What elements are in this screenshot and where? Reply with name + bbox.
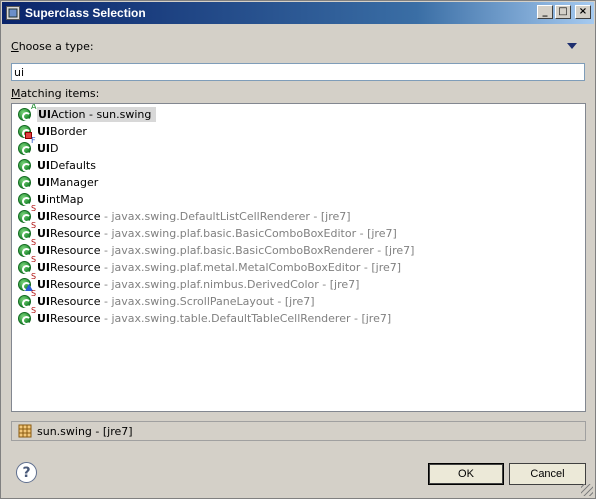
item-label: UIBorder bbox=[37, 125, 87, 138]
item-label: UIResource - javax.swing.plaf.basic.Basi… bbox=[37, 244, 414, 257]
item-match: UI bbox=[37, 209, 51, 223]
resize-grip[interactable] bbox=[581, 484, 593, 496]
list-item[interactable]: UintMap bbox=[16, 191, 84, 207]
maximize-button[interactable]: □ bbox=[555, 5, 571, 19]
modifier-badge: S bbox=[31, 272, 37, 281]
item-label: UIResource - javax.swing.ScrollPaneLayou… bbox=[37, 295, 315, 308]
window-controls: _ □ × bbox=[537, 5, 591, 19]
modifier-badge: S bbox=[31, 204, 37, 213]
item-qualifier: - javax.swing.plaf.metal.MetalComboBoxEd… bbox=[100, 260, 402, 274]
list-item[interactable]: UIDefaults bbox=[16, 157, 96, 173]
modifier-badge: S bbox=[31, 255, 37, 264]
modifier-badge: S bbox=[31, 306, 37, 315]
cancel-button[interactable]: Cancel bbox=[509, 463, 586, 485]
item-name-rest: Defaults bbox=[50, 158, 96, 172]
window-icon bbox=[6, 6, 20, 20]
item-name-rest: Resource bbox=[50, 277, 101, 291]
list-item[interactable]: S UIResource - javax.swing.plaf.basic.Bas… bbox=[16, 238, 414, 258]
matching-items-list[interactable]: A UIAction - sun.swing UIBorder F UID UIDefau… bbox=[11, 103, 586, 412]
item-match: UI bbox=[37, 141, 51, 155]
list-item[interactable]: S UIResource - javax.swing.plaf.metal.Met… bbox=[16, 255, 401, 275]
item-name-rest: Resource bbox=[50, 294, 101, 308]
item-qualifier: - sun.swing bbox=[85, 107, 152, 121]
item-qualifier: - javax.swing.plaf.basic.BasicComboBoxRe… bbox=[100, 243, 415, 257]
choose-type-label: Choose a type: bbox=[11, 40, 94, 53]
dialog-window: Superclass Selection _ □ × Choose a type… bbox=[0, 0, 596, 499]
modifier-badge: S bbox=[31, 221, 37, 230]
modifier-badge: S bbox=[31, 238, 37, 247]
item-name-rest: Resource bbox=[50, 243, 101, 257]
class-icon: A bbox=[16, 103, 37, 122]
item-match: UI bbox=[37, 175, 51, 189]
modifier-badge: A bbox=[31, 103, 37, 111]
item-label: UIResource - javax.swing.plaf.basic.Basi… bbox=[37, 227, 397, 240]
matching-items-label: Matching items: bbox=[11, 87, 100, 100]
item-name-rest: Action bbox=[51, 107, 86, 121]
item-match: UI bbox=[37, 277, 51, 291]
item-qualifier: - javax.swing.DefaultListCellRenderer - … bbox=[100, 209, 351, 223]
item-name-rest: intMap bbox=[45, 192, 84, 206]
list-item[interactable]: UIBorder bbox=[16, 123, 87, 139]
item-label: UIResource - javax.swing.table.DefaultTa… bbox=[37, 312, 391, 325]
minimize-button[interactable]: _ bbox=[537, 5, 553, 19]
close-button[interactable]: × bbox=[575, 5, 591, 19]
item-match: UI bbox=[37, 260, 51, 274]
item-qualifier: - javax.swing.plaf.nimbus.DerivedColor -… bbox=[100, 277, 360, 291]
class-icon bbox=[16, 157, 36, 173]
list-item[interactable]: S UIResource - javax.swing.table.DefaultT… bbox=[16, 306, 391, 326]
item-qualifier: - javax.swing.plaf.basic.BasicComboBoxEd… bbox=[100, 226, 397, 240]
modifier-badge: F bbox=[31, 136, 36, 145]
item-label: UIResource - javax.swing.DefaultListCell… bbox=[37, 210, 351, 223]
view-menu-chevron-icon[interactable] bbox=[567, 43, 577, 49]
item-match: UI bbox=[38, 107, 52, 121]
item-label: UintMap bbox=[37, 193, 84, 206]
item-name-rest: Resource bbox=[50, 226, 101, 240]
ok-button[interactable]: OK bbox=[428, 463, 504, 485]
class-icon bbox=[16, 174, 36, 190]
item-qualifier: - javax.swing.ScrollPaneLayout - [jre7] bbox=[100, 294, 315, 308]
list-item[interactable]: S UIResource - javax.swing.plaf.basic.Bas… bbox=[16, 221, 397, 241]
title-bar[interactable]: Superclass Selection _ □ × bbox=[2, 2, 594, 24]
type-filter-input[interactable] bbox=[11, 63, 585, 81]
item-label: UIManager bbox=[37, 176, 98, 189]
item-match: UI bbox=[37, 243, 51, 257]
item-match: UI bbox=[37, 124, 51, 138]
modifier-badge: S bbox=[31, 289, 37, 298]
help-button[interactable]: ? bbox=[16, 462, 37, 483]
list-item[interactable]: S UIResource - javax.swing.ScrollPaneLayo… bbox=[16, 289, 315, 309]
item-label: UIAction - sun.swing bbox=[37, 106, 157, 122]
item-match: U bbox=[37, 192, 46, 206]
status-bar: sun.swing - [jre7] bbox=[11, 421, 586, 441]
status-text: sun.swing - [jre7] bbox=[37, 424, 133, 438]
item-label: UID bbox=[37, 142, 59, 155]
list-item[interactable]: S UIResource - javax.swing.plaf.nimbus.De… bbox=[16, 272, 359, 292]
item-name-rest: Manager bbox=[50, 175, 99, 189]
class-icon: S bbox=[16, 306, 37, 326]
package-icon bbox=[18, 424, 32, 438]
list-item[interactable]: F UID bbox=[16, 136, 59, 156]
class-icon: F bbox=[16, 136, 36, 156]
item-name-rest: Resource bbox=[50, 260, 101, 274]
item-match: UI bbox=[37, 294, 51, 308]
item-label: UIDefaults bbox=[37, 159, 96, 172]
item-qualifier: - javax.swing.table.DefaultTableCellRend… bbox=[100, 311, 392, 325]
list-item[interactable]: S UIResource - javax.swing.DefaultListCel… bbox=[16, 204, 351, 224]
window-title: Superclass Selection bbox=[25, 6, 146, 20]
item-match: UI bbox=[37, 226, 51, 240]
item-label: UIResource - javax.swing.plaf.metal.Meta… bbox=[37, 261, 401, 274]
item-match: UI bbox=[37, 158, 51, 172]
item-name-rest: D bbox=[50, 141, 59, 155]
item-match: UI bbox=[37, 311, 51, 325]
list-item[interactable]: A UIAction - sun.swing bbox=[16, 103, 157, 122]
item-label: UIResource - javax.swing.plaf.nimbus.Der… bbox=[37, 278, 359, 291]
item-name-rest: Resource bbox=[50, 209, 101, 223]
item-name-rest: Border bbox=[50, 124, 87, 138]
item-name-rest: Resource bbox=[50, 311, 101, 325]
list-item[interactable]: UIManager bbox=[16, 174, 98, 190]
